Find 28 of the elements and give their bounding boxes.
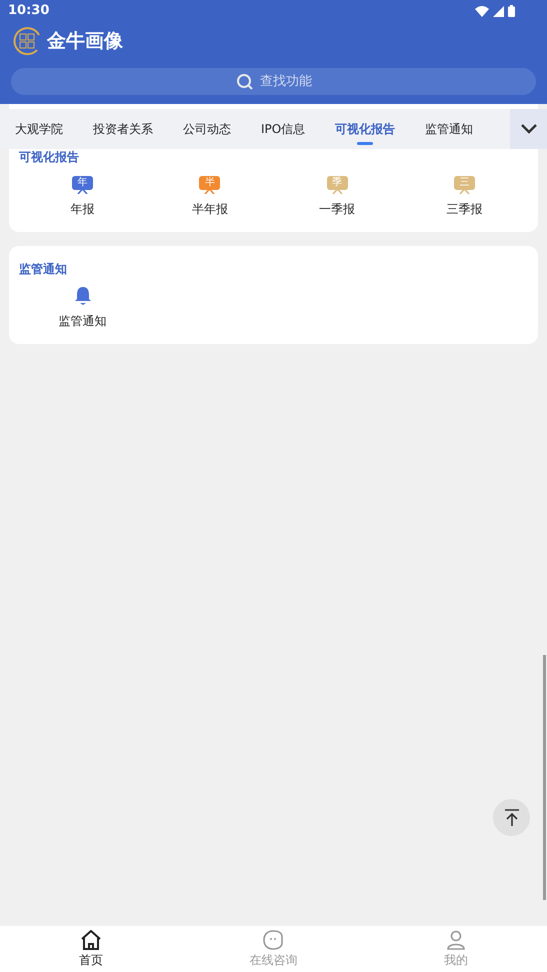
signal-icon: [493, 6, 504, 16]
section-title: 可视化报告: [19, 149, 80, 164]
search-field[interactable]: 查找功能: [11, 68, 536, 95]
report-item[interactable]: 半 半年报: [146, 174, 274, 218]
status-time: 10:30: [8, 2, 50, 20]
category-tab[interactable]: 投资者关系: [78, 109, 168, 149]
section-title: 监管通知: [19, 262, 68, 276]
category-tab[interactable]: 大观学院: [0, 109, 78, 149]
nav-tab[interactable]: 首页: [0, 926, 182, 972]
report-item[interactable]: 年 年报: [19, 174, 146, 218]
app-title: 金牛画像: [47, 28, 123, 54]
user-icon: [446, 930, 466, 950]
battery-icon: [508, 5, 515, 17]
expand-tabs-button[interactable]: [510, 109, 547, 149]
report-item[interactable]: 三 三季报: [400, 174, 528, 218]
report-item[interactable]: 监管通知: [19, 286, 146, 330]
home-icon: [80, 930, 102, 950]
wifi-icon: [475, 6, 489, 16]
chevron-down-icon: [520, 124, 536, 134]
category-tab[interactable]: IPO信息: [246, 109, 320, 149]
back-to-top-button[interactable]: [493, 799, 530, 836]
report-item[interactable]: 季 一季报: [274, 174, 401, 218]
category-tab[interactable]: 公司动态: [168, 109, 246, 149]
search-icon: [236, 73, 254, 91]
category-tab[interactable]: 监管通知: [410, 109, 488, 149]
category-tab[interactable]: 可视化报告: [320, 109, 410, 149]
chat-icon: [263, 930, 284, 950]
arrow-to-top-icon: [504, 808, 520, 826]
